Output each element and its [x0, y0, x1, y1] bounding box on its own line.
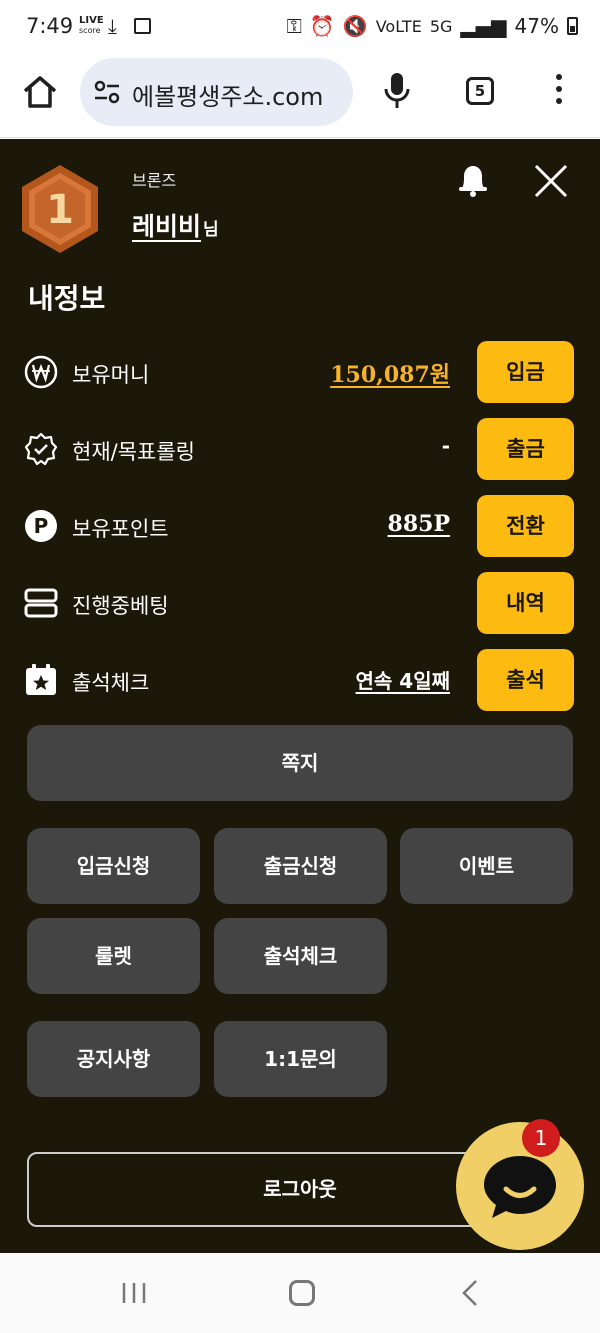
mute-icon: 🔇: [342, 14, 368, 38]
section-title: 내정보: [28, 282, 106, 315]
username[interactable]: 레비비 님: [132, 207, 219, 243]
point-icon: P: [25, 510, 57, 542]
attend-button[interactable]: 출석: [477, 649, 574, 711]
gallery-icon: [134, 18, 151, 34]
chat-notification-badge: 1: [522, 1119, 560, 1157]
event-button[interactable]: 이벤트: [400, 828, 573, 904]
microphone-icon[interactable]: [384, 72, 410, 110]
withdraw-request-button[interactable]: 출금신청: [214, 828, 387, 904]
my-info-panel: 1 브론즈 레비비 님 내정보 보유머니 150,087원 입금 현재/목표롤링 …: [0, 139, 600, 1253]
info-row-betting: 진행중베팅 내역: [24, 570, 574, 634]
bell-icon[interactable]: [456, 161, 490, 197]
key-icon: ⚿: [286, 14, 302, 38]
system-nav-bar: [0, 1253, 600, 1333]
info-row-rolling: 현재/목표롤링 - 출금: [24, 416, 574, 480]
betting-list-icon: [24, 588, 58, 618]
url-text: 에볼평생주소.com: [132, 83, 324, 111]
tier-name: 브론즈: [132, 171, 177, 190]
recent-apps-icon[interactable]: [121, 1281, 147, 1305]
site-settings-icon[interactable]: [94, 80, 120, 104]
bronze-tier-badge-icon: 1: [22, 165, 98, 253]
notice-button[interactable]: 공지사항: [27, 1021, 200, 1097]
withdraw-button[interactable]: 출금: [477, 418, 574, 480]
info-row-points: P 보유포인트 885P 전환: [24, 493, 574, 557]
convert-button[interactable]: 전환: [477, 495, 574, 557]
rolling-value: -: [441, 434, 450, 458]
more-menu-icon[interactable]: [552, 74, 566, 108]
alarm-icon: ⏰: [309, 14, 335, 38]
signal-icon: ▂▄▆: [460, 14, 507, 38]
status-time: 7:49: [26, 14, 74, 38]
info-label: 보유포인트: [72, 517, 169, 541]
money-value[interactable]: 150,087원: [330, 357, 450, 389]
chat-bubble-icon: [484, 1156, 556, 1218]
verified-badge-icon: [24, 432, 58, 466]
tab-switcher-button[interactable]: 5: [466, 77, 494, 105]
back-icon[interactable]: [460, 1279, 480, 1307]
svg-text:1: 1: [46, 187, 74, 233]
battery-icon: [567, 17, 578, 35]
download-icon: ⤓: [108, 14, 117, 38]
info-row-money: 보유머니 150,087원 입금: [24, 339, 574, 403]
info-label: 출석체크: [72, 671, 150, 695]
points-value[interactable]: 885P: [388, 511, 450, 537]
deposit-button[interactable]: 입금: [477, 341, 574, 403]
browser-toolbar: 에볼평생주소.com 5: [0, 56, 600, 138]
attendance-check-button[interactable]: 출석체크: [214, 918, 387, 994]
deposit-request-button[interactable]: 입금신청: [27, 828, 200, 904]
info-label: 보유머니: [72, 363, 150, 387]
battery-percent: 47%: [514, 14, 559, 38]
history-button[interactable]: 내역: [477, 572, 574, 634]
won-icon: [24, 355, 58, 389]
info-label: 현재/목표롤링: [72, 440, 195, 464]
calendar-star-icon: [26, 664, 56, 695]
attendance-value[interactable]: 연속 4일째: [356, 665, 450, 694]
info-label: 진행중베팅: [72, 594, 169, 618]
home-icon[interactable]: [22, 74, 58, 110]
status-bar: 7:49 LIVE score ⤓ ⚿ ⏰ 🔇 VoLTE 5G ▂▄▆ 47%: [0, 0, 600, 56]
live-score-icon: LIVE score: [79, 15, 104, 36]
address-bar[interactable]: 에볼평생주소.com: [80, 58, 353, 126]
volte-icon: VoLTE: [375, 16, 422, 36]
inquiry-button[interactable]: 1:1문의: [214, 1021, 387, 1097]
roulette-button[interactable]: 룰렛: [27, 918, 200, 994]
network-type: 5G: [429, 16, 453, 36]
info-row-attendance: 출석체크 연속 4일째 출석: [24, 647, 574, 711]
close-icon[interactable]: [533, 163, 569, 199]
message-button[interactable]: 쪽지: [27, 725, 573, 801]
chat-button[interactable]: [456, 1122, 584, 1250]
svg-text:P: P: [34, 514, 49, 538]
home-nav-icon[interactable]: [289, 1280, 315, 1306]
